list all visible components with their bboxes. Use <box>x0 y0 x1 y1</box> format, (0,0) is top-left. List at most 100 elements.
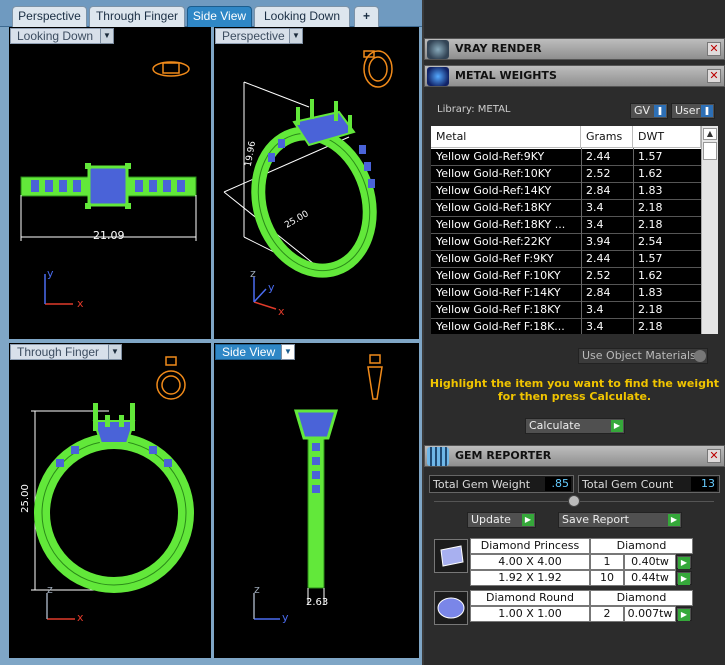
metal-row[interactable]: Yellow Gold-Ref F:18KY 3.4 2.18 <box>431 302 701 319</box>
axis-x-label: x <box>77 611 84 624</box>
axis-x-label: x <box>77 297 84 310</box>
metal-row[interactable]: Yellow Gold-Ref F:14KY 2.84 1.83 <box>431 285 701 302</box>
flask-icon <box>427 67 449 86</box>
vray-render-rollout[interactable]: VRAY RENDER ✕ <box>424 38 725 60</box>
axis-z-label: z <box>250 267 256 280</box>
metal-dwt-cell: 1.83 <box>638 286 663 299</box>
play-icon: ▶ <box>678 573 690 585</box>
metal-grams-cell: 2.44 <box>586 150 611 163</box>
calculate-button[interactable]: Calculate ▶ <box>525 418 625 434</box>
metal-weights-rollout[interactable]: METAL WEIGHTS ✕ <box>424 65 725 87</box>
dimension-label: 25.00 <box>19 484 31 513</box>
gem-shape-cell: Diamond Princess <box>470 538 590 554</box>
metal-grams-cell: 3.4 <box>586 218 604 231</box>
metal-dwt-cell: 1.57 <box>638 150 663 163</box>
user-toggle[interactable]: User ❚ <box>671 103 715 119</box>
metal-dwt-cell: 1.62 <box>638 269 663 282</box>
column-metal[interactable]: Metal <box>431 126 581 148</box>
viewport-label[interactable]: Side View ▼ <box>215 344 295 360</box>
close-icon[interactable]: ✕ <box>707 42 721 56</box>
add-tab-button[interactable]: + <box>354 6 379 27</box>
metal-dwt-cell: 2.18 <box>638 320 663 333</box>
side-view-render <box>253 354 383 620</box>
gv-toggle[interactable]: GV ❚ <box>630 103 668 119</box>
total-gem-weight-field: Total Gem Weight .85 <box>429 475 574 493</box>
round-cut-icon <box>434 591 468 625</box>
column-dwt[interactable]: DWT <box>633 126 701 148</box>
gem-reporter-rollout[interactable]: GEM REPORTER ✕ <box>424 445 725 467</box>
close-icon[interactable]: ✕ <box>707 69 721 83</box>
column-grams[interactable]: Grams <box>581 126 633 148</box>
ring-gizmo-icon <box>156 356 186 400</box>
metal-table[interactable]: Metal Grams DWT Yellow Gold-Ref:9KY 2.44 1… <box>431 126 718 334</box>
gem-row-select-button[interactable]: ▶ <box>676 571 692 585</box>
axis-y-label: y <box>282 611 289 624</box>
metal-grams-cell: 3.94 <box>586 235 611 248</box>
metal-row[interactable]: Yellow Gold-Ref:14KY 2.84 1.83 <box>431 183 701 200</box>
tab-through-finger[interactable]: Through Finger <box>89 6 185 27</box>
metal-row[interactable]: Yellow Gold-Ref:10KY 2.52 1.62 <box>431 166 701 183</box>
view-tab-bar: Perspective Through Finger Side View Loo… <box>0 0 422 27</box>
viewport-perspective[interactable]: Perspective ▼ 19.96 25.00 x y z <box>214 27 419 339</box>
metal-name-cell: Yellow Gold-Ref F:18K... <box>436 320 565 333</box>
viewport-area: Perspective Through Finger Side View Loo… <box>0 0 422 665</box>
chevron-down-icon[interactable]: ▼ <box>100 28 114 44</box>
chevron-down-icon[interactable]: ▼ <box>281 344 295 360</box>
tab-perspective[interactable]: Perspective <box>12 6 87 27</box>
close-icon[interactable]: ✕ <box>707 449 721 463</box>
metal-row[interactable]: Yellow Gold-Ref F:9KY 2.44 1.57 <box>431 251 701 268</box>
perspective-render <box>223 50 393 310</box>
axis-y-label: y <box>268 281 275 294</box>
chevron-down-icon[interactable]: ▼ <box>108 344 122 360</box>
metal-dwt-cell: 2.18 <box>638 201 663 214</box>
gem-material-cell: Diamond <box>590 538 693 554</box>
save-report-button[interactable]: Save Report ▶ <box>558 512 682 528</box>
gem-weight-cell: 0.44tw <box>624 570 676 586</box>
metal-name-cell: Yellow Gold-Ref F:10KY <box>436 269 561 282</box>
viewport-label[interactable]: Perspective ▼ <box>215 28 303 44</box>
metal-row[interactable]: Yellow Gold-Ref:9KY 2.44 1.57 <box>431 149 701 166</box>
play-icon: ▶ <box>668 514 680 526</box>
metal-name-cell: Yellow Gold-Ref:14KY <box>436 184 552 197</box>
tab-side-view[interactable]: Side View <box>187 6 252 27</box>
metal-row[interactable]: Yellow Gold-Ref F:10KY 2.52 1.62 <box>431 268 701 285</box>
metal-grams-cell: 3.4 <box>586 303 604 316</box>
metal-table-header: Metal Grams DWT <box>431 126 718 148</box>
metal-dwt-cell: 1.83 <box>638 184 663 197</box>
metal-row[interactable]: Yellow Gold-Ref:18KY 3.4 2.18 <box>431 200 701 217</box>
metal-name-cell: Yellow Gold-Ref:10KY <box>436 167 552 180</box>
dimension-label: 21.09 <box>93 229 125 242</box>
divider-knob[interactable] <box>568 495 580 507</box>
gem-size-cell: 1.00 X 1.00 <box>470 606 590 622</box>
metal-grams-cell: 2.84 <box>586 184 611 197</box>
viewport-label[interactable]: Looking Down ▼ <box>10 28 114 44</box>
chevron-down-icon[interactable]: ▼ <box>289 28 303 44</box>
tab-looking-down[interactable]: Looking Down <box>254 6 350 27</box>
axis-y-label: y <box>47 267 54 280</box>
use-object-materials-checkbox[interactable]: Use Object Materials <box>578 348 708 364</box>
total-gem-weight-value: .85 <box>545 477 571 491</box>
viewport-looking-down[interactable]: Looking Down ▼ 21.09 x y <box>9 27 211 339</box>
through-finger-render <box>31 356 194 620</box>
gem-row-select-button[interactable]: ▶ <box>676 607 692 621</box>
viewport-label[interactable]: Through Finger ▼ <box>10 344 122 360</box>
ring-gizmo-icon <box>152 61 190 77</box>
metal-row[interactable]: Yellow Gold-Ref:22KY 3.94 2.54 <box>431 234 701 251</box>
metal-row[interactable]: Yellow Gold-Ref:18KY ... 3.4 2.18 <box>431 217 701 234</box>
update-button[interactable]: Update ▶ <box>467 512 536 528</box>
metal-grams-cell: 2.84 <box>586 286 611 299</box>
scroll-thumb[interactable] <box>703 142 717 160</box>
viewport-side-view[interactable]: Side View ▼ 2.63 y z <box>214 343 419 658</box>
plugin-panel: VRAY RENDER ✕ METAL WEIGHTS ✕ Library: M… <box>424 38 725 665</box>
scroll-up-icon[interactable]: ▲ <box>703 128 717 140</box>
viewport-through-finger[interactable]: Through Finger ▼ 25.00 x z <box>9 343 211 658</box>
vray-logo-icon <box>427 40 449 59</box>
metal-grams-cell: 2.52 <box>586 269 611 282</box>
ring-gizmo-icon <box>367 354 383 400</box>
metal-grams-cell: 2.44 <box>586 252 611 265</box>
metal-row[interactable]: Yellow Gold-Ref F:18K... 3.4 2.18 <box>431 319 701 334</box>
dimension-label: 2.63 <box>306 597 329 608</box>
metal-table-scrollbar[interactable]: ▲ <box>701 126 718 334</box>
metal-grams-cell: 2.52 <box>586 167 611 180</box>
gem-row-select-button[interactable]: ▶ <box>676 555 692 569</box>
